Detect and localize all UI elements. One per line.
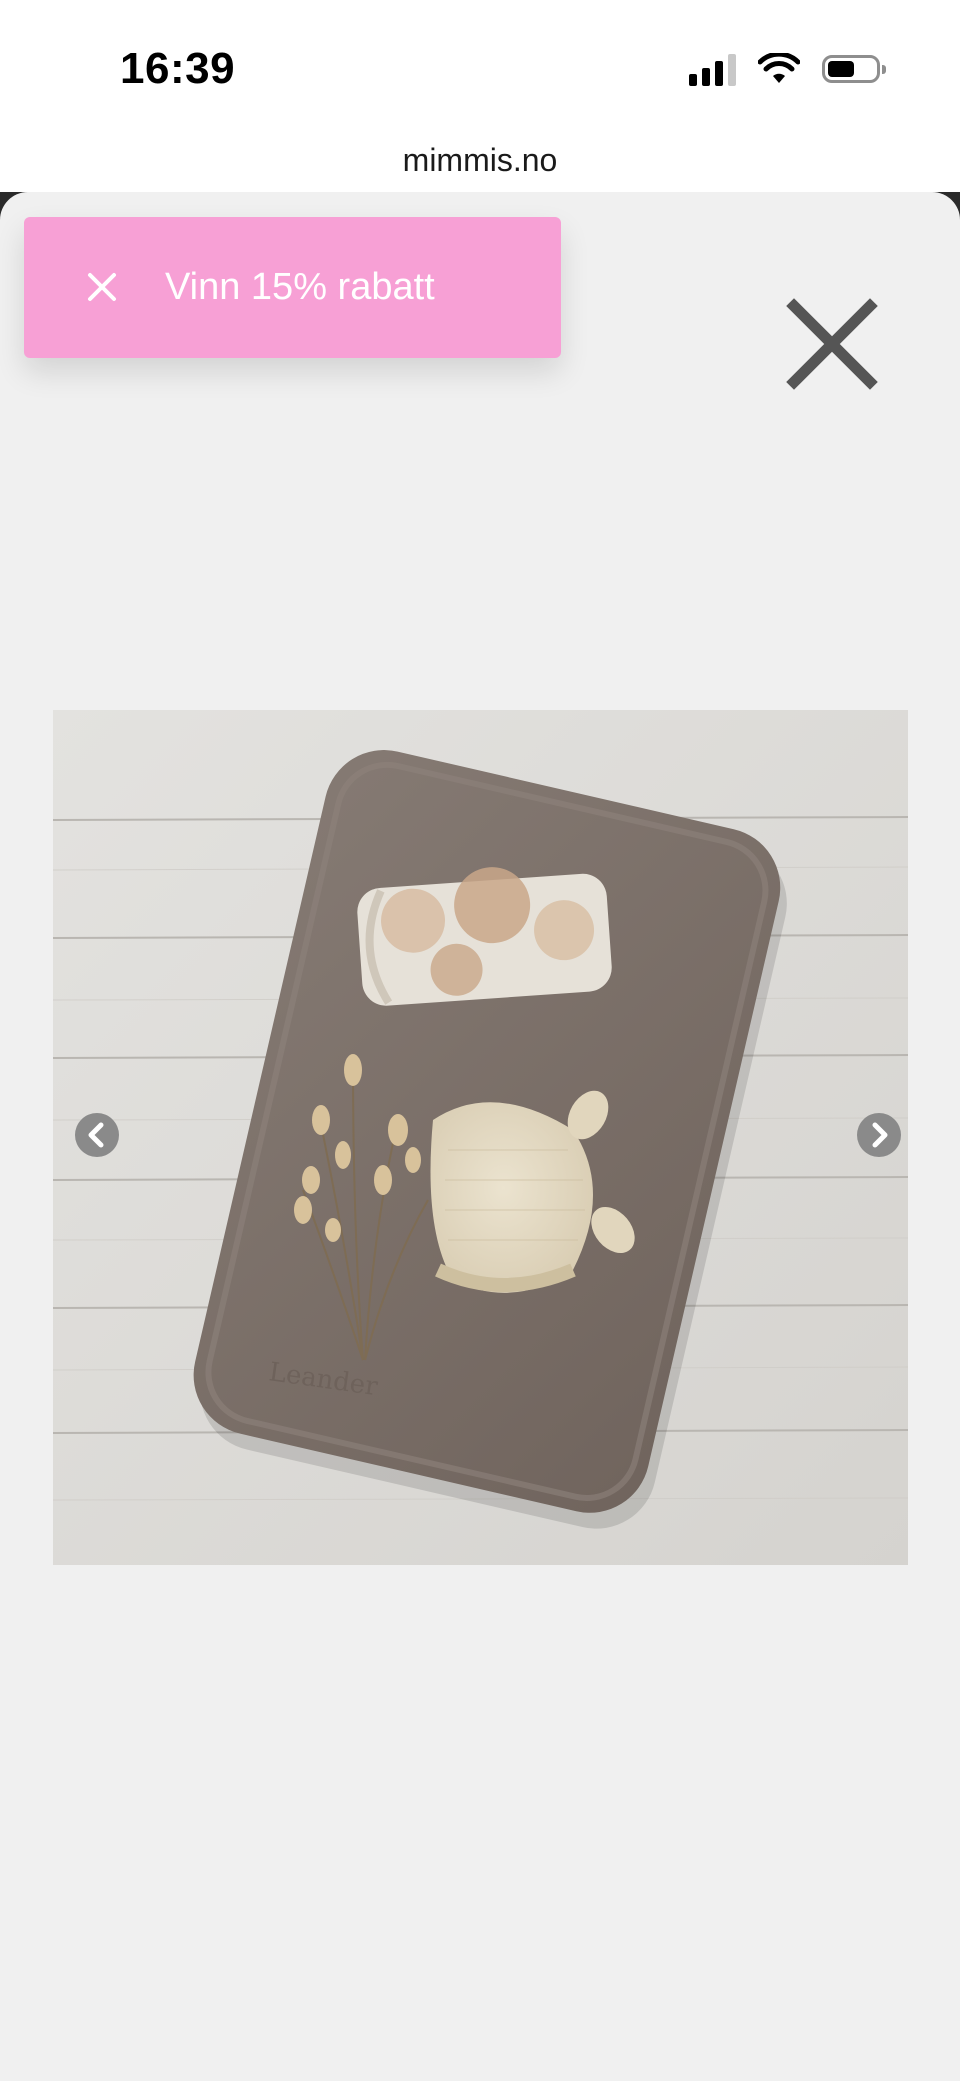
next-image-button[interactable] (857, 1113, 901, 1157)
close-icon[interactable] (780, 292, 884, 396)
status-bar: 16:39 (0, 0, 960, 120)
url-text: mimmis.no (402, 142, 558, 178)
discount-popup-button[interactable]: Vinn 15% rabatt (24, 217, 561, 358)
chevron-right-icon (872, 1122, 888, 1148)
lightbox-overlay: Vinn 15% rabatt Leander (0, 192, 960, 2081)
page: 16:39 mimmis.no Vinn 15% rabatt Leander (0, 0, 960, 2081)
address-bar[interactable]: mimmis.no (0, 130, 960, 190)
discount-label: Vinn 15% rabatt (165, 266, 435, 308)
status-time: 16:39 (120, 44, 236, 93)
chevron-left-icon (88, 1122, 104, 1148)
discount-close-icon[interactable] (77, 262, 127, 312)
status-icons (689, 52, 886, 86)
cellular-signal-icon (689, 52, 736, 86)
wifi-icon (758, 53, 800, 83)
battery-icon (822, 55, 886, 83)
product-image: Leander (53, 710, 908, 1565)
previous-image-button[interactable] (75, 1113, 119, 1157)
